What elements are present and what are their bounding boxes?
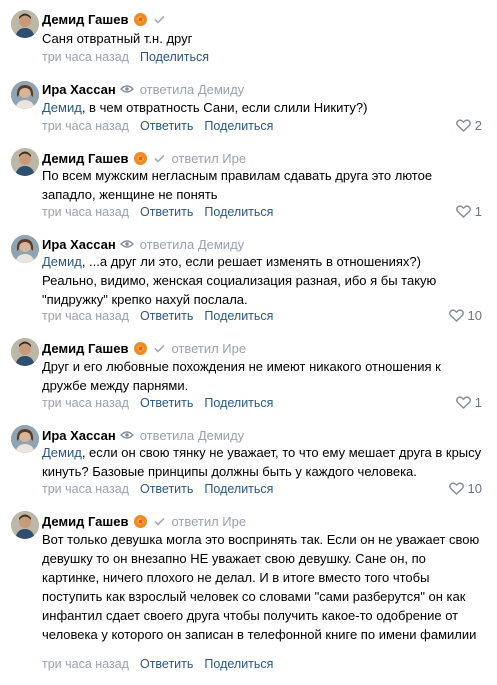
- reply-button[interactable]: Ответить: [140, 119, 193, 133]
- reply-button[interactable]: Ответить: [140, 657, 193, 671]
- share-button[interactable]: Поделиться: [204, 396, 273, 410]
- author-name[interactable]: Ира Хассан: [42, 82, 116, 97]
- avatar[interactable]: [11, 338, 39, 366]
- reply-to-label[interactable]: ответил Ире: [171, 151, 246, 166]
- comment-text-content: Вот только девушка могла это воспринять …: [42, 532, 480, 642]
- reply-to-label[interactable]: ответила Демиду: [140, 428, 244, 443]
- reply-to-label[interactable]: ответила Демиду: [140, 82, 244, 97]
- avatar[interactable]: [11, 10, 39, 38]
- comment-text-content: , ...а друг ли это, если решает изменять…: [42, 254, 437, 307]
- reply-to-label[interactable]: ответил Ире: [171, 514, 246, 529]
- heart-icon: [455, 396, 471, 409]
- reply-button[interactable]: Ответить: [140, 309, 193, 323]
- comment-footer: три часа назад Поделиться: [42, 49, 482, 65]
- heart-icon: [448, 309, 464, 322]
- share-button[interactable]: Поделиться: [204, 309, 273, 323]
- mention-link[interactable]: Демид: [42, 445, 82, 460]
- comment-text-content: По всем мужским негласным правилам сдава…: [42, 168, 433, 202]
- comment-header: Демид Гашев: [42, 10, 171, 28]
- emoji-badge-icon: [133, 151, 148, 166]
- author-name[interactable]: Демид Гашев: [42, 12, 128, 27]
- comment-header: Ира Хассан ответила Демиду: [42, 235, 244, 253]
- comment-text-content: , в чем отвратность Сани, если слили Ник…: [81, 100, 368, 115]
- check-icon: [154, 154, 166, 163]
- comment-footer: три часа назад Ответить Поделиться 10: [42, 481, 482, 497]
- like-count: 2: [474, 118, 482, 133]
- comment-text: Демид, если он свою тянку не уважает, то…: [42, 443, 482, 481]
- share-button[interactable]: Поделиться: [204, 482, 273, 496]
- eye-icon: [119, 430, 134, 440]
- comment-header: Демид Гашев ответил Ире: [42, 339, 246, 357]
- comment-text: Саня отвратный т.н. друг: [42, 29, 482, 48]
- comment-text-content: Саня отвратный т.н. друг: [42, 31, 193, 46]
- emoji-badge-icon: [133, 12, 148, 27]
- comment-text: Вот только девушка могла это воспринять …: [42, 530, 482, 644]
- comment-footer: три часа назад Ответить Поделиться: [42, 656, 482, 672]
- comment-footer: три часа назад Ответить Поделиться 2: [42, 118, 482, 134]
- avatar[interactable]: [11, 148, 39, 176]
- like-button[interactable]: 2: [455, 118, 482, 133]
- like-count: 1: [474, 204, 482, 219]
- eye-icon: [119, 239, 134, 249]
- emoji-badge-icon: [133, 514, 148, 529]
- mention-link[interactable]: Демид: [42, 100, 82, 115]
- comment-footer: три часа назад Ответить Поделиться 1: [42, 204, 482, 220]
- emoji-badge-icon: [133, 341, 148, 356]
- avatar[interactable]: [11, 235, 39, 263]
- like-button[interactable]: 1: [455, 204, 482, 219]
- comment-text: Демид, в чем отвратность Сани, если слил…: [42, 98, 482, 117]
- like-button[interactable]: 1: [455, 395, 482, 410]
- reply-button[interactable]: Ответить: [140, 396, 193, 410]
- check-icon: [154, 15, 166, 24]
- share-button[interactable]: Поделиться: [140, 50, 209, 64]
- author-name[interactable]: Демид Гашев: [42, 151, 128, 166]
- comment-header: Ира Хассан ответила Демиду: [42, 426, 244, 444]
- reply-to-label[interactable]: ответила Демиду: [140, 237, 244, 252]
- like-button[interactable]: 10: [448, 481, 482, 496]
- comment-header: Демид Гашев ответил Ире: [42, 512, 246, 530]
- timestamp[interactable]: три часа назад: [42, 396, 129, 410]
- share-button[interactable]: Поделиться: [204, 657, 273, 671]
- timestamp[interactable]: три часа назад: [42, 657, 129, 671]
- timestamp[interactable]: три часа назад: [42, 309, 129, 323]
- comment-footer: три часа назад Ответить Поделиться 1: [42, 395, 482, 411]
- check-icon: [154, 517, 166, 526]
- comment-header: Демид Гашев ответил Ире: [42, 149, 246, 167]
- comment-header: Ира Хассан ответила Демиду: [42, 80, 244, 98]
- heart-icon: [455, 119, 471, 132]
- avatar[interactable]: [11, 511, 39, 539]
- like-button[interactable]: 10: [448, 308, 482, 323]
- comment-text: Друг и его любовные похождения не имеют …: [42, 357, 482, 395]
- heart-icon: [455, 205, 471, 218]
- like-count: 10: [467, 481, 482, 496]
- comment-text-content: , если он свою тянку не уважает, то что …: [42, 445, 482, 479]
- reply-button[interactable]: Ответить: [140, 205, 193, 219]
- author-name[interactable]: Ира Хассан: [42, 428, 116, 443]
- comment-footer: три часа назад Ответить Поделиться 10: [42, 308, 482, 324]
- comment-text: Демид, ...а друг ли это, если решает изм…: [42, 252, 482, 309]
- check-icon: [154, 344, 166, 353]
- timestamp[interactable]: три часа назад: [42, 482, 129, 496]
- eye-icon: [119, 84, 134, 94]
- comment-text-content: Друг и его любовные похождения не имеют …: [42, 359, 441, 393]
- like-count: 1: [474, 395, 482, 410]
- like-count: 10: [467, 308, 482, 323]
- author-name[interactable]: Демид Гашев: [42, 514, 128, 529]
- timestamp[interactable]: три часа назад: [42, 119, 129, 133]
- avatar[interactable]: [11, 425, 39, 453]
- timestamp[interactable]: три часа назад: [42, 50, 129, 64]
- reply-to-label[interactable]: ответил Ире: [171, 341, 246, 356]
- heart-icon: [448, 482, 464, 495]
- comment-text: По всем мужским негласным правилам сдава…: [42, 166, 482, 204]
- mention-link[interactable]: Демид: [42, 254, 82, 269]
- share-button[interactable]: Поделиться: [204, 119, 273, 133]
- author-name[interactable]: Ира Хассан: [42, 237, 116, 252]
- share-button[interactable]: Поделиться: [204, 205, 273, 219]
- reply-button[interactable]: Ответить: [140, 482, 193, 496]
- avatar[interactable]: [11, 81, 39, 109]
- author-name[interactable]: Демид Гашев: [42, 341, 128, 356]
- timestamp[interactable]: три часа назад: [42, 205, 129, 219]
